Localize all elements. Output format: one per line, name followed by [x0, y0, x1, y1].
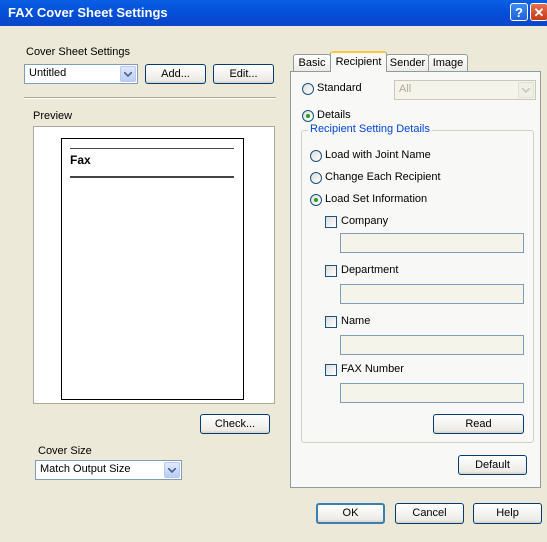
tab-sender[interactable]: Sender	[386, 54, 429, 71]
details-radio[interactable]	[302, 110, 314, 122]
cover-size-label: Cover Size	[38, 445, 92, 457]
fax-number-checkbox[interactable]	[325, 364, 337, 376]
header-rule	[70, 148, 234, 149]
close-icon[interactable]: ✕	[530, 3, 547, 21]
company-label: Company	[341, 215, 389, 227]
fax-cover-sheet-dialog: FAX Cover Sheet Settings ? ✕ Cover Sheet…	[0, 0, 547, 542]
cover-size-select-value: Match Output Size	[40, 463, 131, 475]
change-each-recipient-label: Change Each Recipient	[325, 171, 441, 183]
load-set-information-label: Load Set Information	[325, 193, 428, 205]
standard-radio[interactable]	[302, 83, 314, 95]
help-button[interactable]: Help	[473, 503, 542, 524]
load-joint-name-label: Load with Joint Name	[325, 149, 431, 161]
tab-image[interactable]: Image	[428, 54, 468, 71]
preview-page: Fax	[61, 138, 244, 400]
load-joint-name-radio[interactable]	[310, 150, 322, 162]
department-checkbox[interactable]	[325, 265, 337, 277]
cover-sheet-settings-label: Cover Sheet Settings	[26, 46, 130, 58]
standard-select[interactable]: All	[394, 80, 536, 100]
help-icon[interactable]: ?	[510, 3, 528, 21]
name-label: Name	[341, 315, 371, 327]
change-each-recipient-radio[interactable]	[310, 172, 322, 184]
company-checkbox[interactable]	[325, 216, 337, 228]
ok-button[interactable]: OK	[316, 503, 385, 524]
edit-button[interactable]: Edit...	[213, 64, 274, 84]
cancel-button[interactable]: Cancel	[395, 503, 464, 524]
check-button[interactable]: Check...	[200, 414, 270, 434]
details-label: Details	[317, 109, 351, 121]
group-title: Recipient Setting Details	[308, 123, 432, 135]
tab-basic[interactable]: Basic	[293, 54, 331, 71]
add-button[interactable]: Add...	[145, 64, 206, 84]
standard-label: Standard	[317, 82, 362, 94]
preview-panel: Fax	[33, 126, 275, 404]
fax-number-label: FAX Number	[341, 363, 404, 375]
standard-select-value: All	[399, 83, 412, 95]
default-button[interactable]: Default	[458, 455, 527, 475]
window-title: FAX Cover Sheet Settings	[8, 5, 168, 20]
cover-size-select[interactable]: Match Output Size	[35, 460, 182, 480]
title-bar: FAX Cover Sheet Settings ? ✕	[0, 0, 547, 26]
load-set-information-radio[interactable]	[310, 194, 322, 206]
name-checkbox[interactable]	[325, 316, 337, 328]
preview-label: Preview	[33, 110, 73, 122]
fax-heading: Fax	[70, 153, 91, 167]
header-rule-bottom	[70, 176, 234, 178]
company-field[interactable]	[340, 233, 524, 253]
tab-recipient[interactable]: Recipient	[330, 51, 387, 72]
name-field[interactable]	[340, 335, 524, 355]
cover-sheet-select[interactable]: Untitled	[24, 64, 138, 84]
read-button[interactable]: Read	[433, 414, 524, 434]
department-field[interactable]	[340, 284, 524, 304]
chevron-down-icon[interactable]	[518, 82, 534, 98]
divider	[24, 97, 276, 99]
department-label: Department	[341, 264, 399, 276]
chevron-down-icon[interactable]	[120, 66, 136, 82]
fax-number-field[interactable]	[340, 383, 524, 403]
chevron-down-icon[interactable]	[164, 462, 180, 478]
cover-sheet-select-value: Untitled	[29, 67, 67, 79]
